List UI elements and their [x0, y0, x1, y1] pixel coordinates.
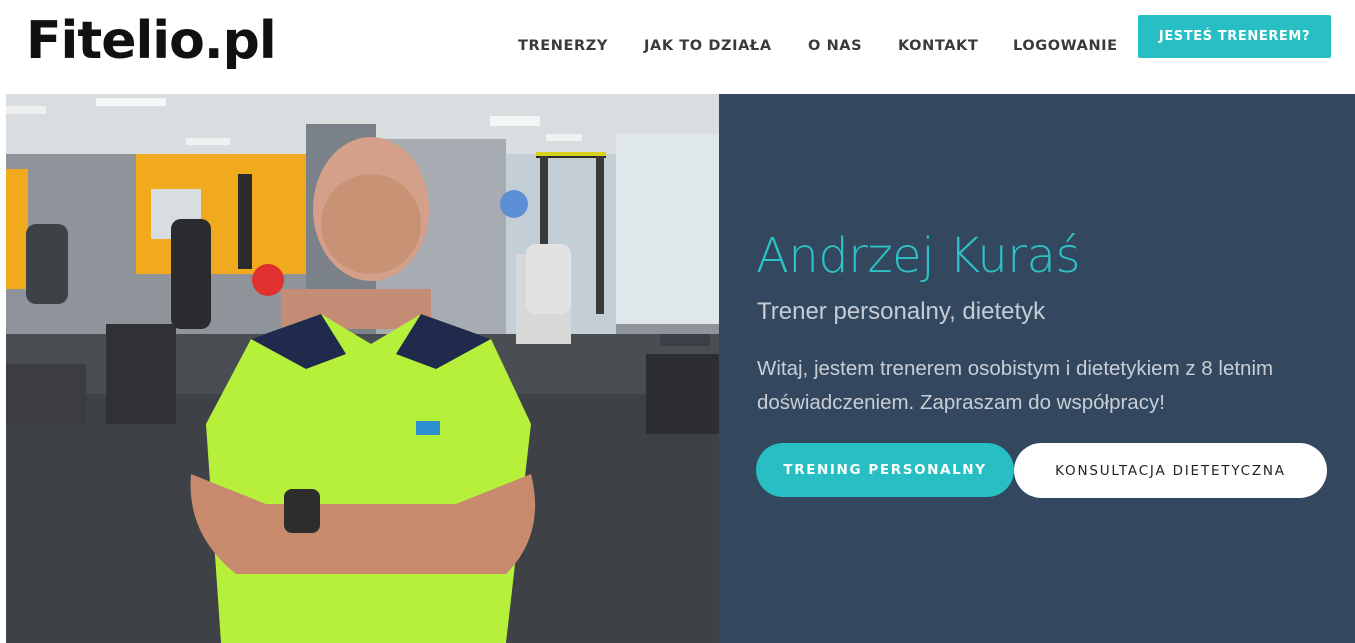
- site-header: Fitelio.pl TRENERZY JAK TO DZIAŁA O NAS …: [0, 0, 1355, 94]
- nav-link-logowanie[interactable]: LOGOWANIE: [1013, 36, 1118, 56]
- trainer-name: Andrzej Kuraś: [756, 228, 1080, 284]
- nav-link-jak-to-dziala[interactable]: JAK TO DZIAŁA: [644, 36, 772, 56]
- trainer-subtitle: Trener personalny, dietetyk: [757, 298, 1046, 325]
- nav-link-kontakt[interactable]: KONTAKT: [898, 36, 978, 56]
- nav-link-o-nas[interactable]: O NAS: [808, 36, 862, 56]
- trainer-hero: Andrzej Kuraś Trener personalny, dietety…: [6, 94, 1355, 643]
- nav-link-trenerzy[interactable]: TRENERZY: [518, 36, 608, 56]
- personal-training-button[interactable]: TRENING PERSONALNY: [756, 443, 1014, 497]
- diet-consultation-button[interactable]: KONSULTACJA DIETETYCZNA: [1014, 443, 1327, 498]
- trainer-signup-button[interactable]: JESTEŚ TRENEREM?: [1138, 15, 1331, 58]
- site-logo[interactable]: Fitelio.pl: [26, 6, 277, 76]
- trainer-intro: Witaj, jestem trenerem osobistym i diete…: [757, 357, 1274, 414]
- trainer-photo: [6, 94, 719, 643]
